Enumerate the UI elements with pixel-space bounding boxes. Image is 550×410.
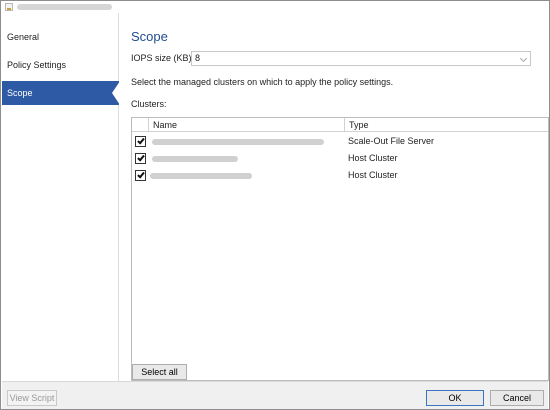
table-header: Name Type xyxy=(132,118,548,132)
cluster-name-redacted xyxy=(152,156,238,162)
column-header-type[interactable]: Type xyxy=(344,118,548,132)
checkbox-checked-icon xyxy=(137,170,145,179)
policy-dialog-window: General Policy Settings Scope Scope IOPS… xyxy=(0,0,550,410)
row-checkbox[interactable] xyxy=(135,136,146,147)
page-title: Scope xyxy=(131,29,168,44)
checkbox-checked-icon xyxy=(137,153,145,162)
clusters-label: Clusters: xyxy=(131,99,167,109)
sidebar-item-policy-settings[interactable]: Policy Settings xyxy=(2,53,119,77)
iops-size-label: IOPS size (KB): xyxy=(131,53,195,63)
iops-size-value: 8 xyxy=(195,53,201,63)
cluster-type: Host Cluster xyxy=(348,153,398,163)
checkbox-checked-icon xyxy=(137,136,145,145)
instruction-text: Select the managed clusters on which to … xyxy=(131,77,394,87)
sidebar-item-scope[interactable]: Scope xyxy=(2,81,120,105)
clusters-table: Name Type Scale-Out File Server Host Clu… xyxy=(131,117,549,381)
row-checkbox[interactable] xyxy=(135,153,146,164)
sidebar-item-general[interactable]: General xyxy=(2,25,119,49)
view-script-button[interactable]: View Script xyxy=(7,390,57,406)
table-row[interactable]: Host Cluster xyxy=(132,150,548,167)
iops-size-select[interactable]: 8 xyxy=(191,51,531,66)
cluster-type: Host Cluster xyxy=(348,170,398,180)
table-row[interactable]: Scale-Out File Server xyxy=(132,133,548,150)
table-row[interactable]: Host Cluster xyxy=(132,167,548,184)
chevron-down-icon xyxy=(519,54,528,63)
cluster-name-redacted xyxy=(150,173,252,179)
column-header-checkbox xyxy=(132,118,148,132)
sidebar: General Policy Settings Scope xyxy=(2,13,120,381)
row-checkbox[interactable] xyxy=(135,170,146,181)
cancel-button[interactable]: Cancel xyxy=(490,390,544,406)
select-all-button[interactable]: Select all xyxy=(132,364,187,380)
cluster-name-redacted xyxy=(152,139,324,145)
main-content: Scope IOPS size (KB): 8 Select the manag… xyxy=(119,13,549,381)
app-icon xyxy=(5,3,13,11)
column-header-name[interactable]: Name xyxy=(148,118,344,132)
cluster-type: Scale-Out File Server xyxy=(348,136,435,146)
ok-button[interactable]: OK xyxy=(426,390,484,406)
window-title-redacted xyxy=(17,4,112,10)
title-bar xyxy=(2,2,548,13)
dialog-footer: View Script OK Cancel xyxy=(2,381,548,409)
